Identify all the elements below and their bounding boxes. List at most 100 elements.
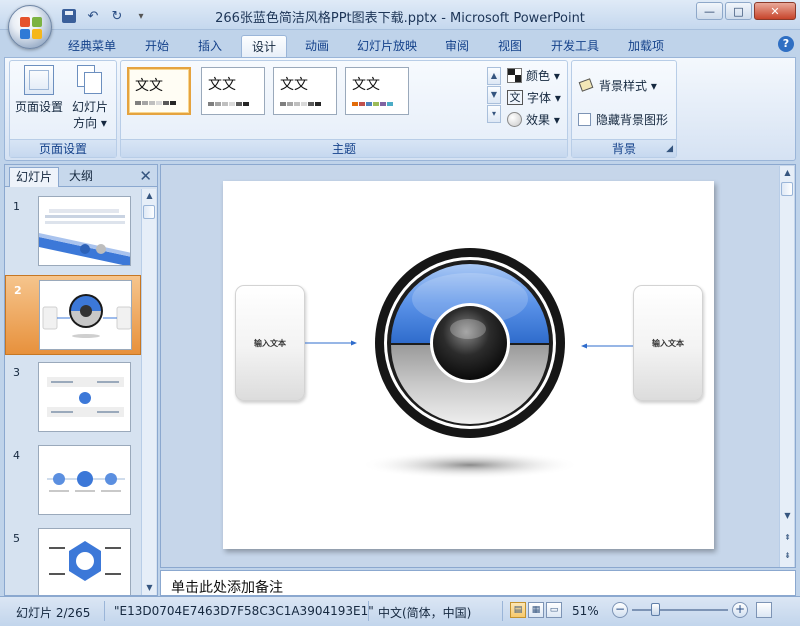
scroll-up-icon[interactable]: ▲	[142, 189, 157, 203]
slide-canvas[interactable]: 输入文本 输入文本	[223, 181, 714, 549]
gallery-down-arrow-icon[interactable]: ▼	[487, 86, 501, 104]
tab-insert[interactable]: 插入	[188, 35, 232, 58]
slide-thumbnail[interactable]: 1	[5, 192, 141, 272]
slide-thumbnail[interactable]: 5	[5, 524, 141, 595]
zoom-slider-thumb[interactable]	[651, 603, 660, 616]
status-bar: 幻灯片 2/265 "E13D0704E7463D7F58C3C1A390419…	[0, 596, 800, 626]
slide-thumbnail-selected[interactable]: 2	[5, 275, 141, 355]
tab-animations[interactable]: 动画	[295, 35, 339, 58]
background-styles-label: 背景样式 ▾	[599, 78, 657, 93]
next-slide-icon[interactable]: ⇟	[780, 549, 795, 563]
slide-thumbnail-image	[38, 528, 131, 595]
tab-developer[interactable]: 开发工具	[541, 35, 609, 58]
tab-classic-menu[interactable]: 经典菜单	[58, 35, 126, 58]
scroll-down-icon[interactable]: ▼	[142, 581, 157, 595]
gauge-shadow	[360, 451, 580, 479]
ribbon: 页面设置 幻灯片 方向 ▾ 页面设置 文文 文文 文文 文文 ▲ ▼ ▾ 颜色 …	[4, 57, 796, 161]
theme-effects-label: 效果 ▾	[526, 112, 560, 127]
page-setup-group: 页面设置 幻灯片 方向 ▾ 页面设置	[9, 60, 117, 158]
gallery-scroll: ▲ ▼ ▾	[487, 67, 501, 125]
normal-view-icon[interactable]: ▤	[510, 602, 526, 618]
ribbon-tabs: 经典菜单 开始 插入 设计 动画 幻灯片放映 审阅 视图 开发工具 加载项	[0, 30, 800, 58]
theme-effects-button[interactable]: 效果 ▾	[507, 109, 560, 129]
help-icon[interactable]: ?	[778, 36, 794, 52]
tab-view[interactable]: 视图	[488, 35, 532, 58]
theme-name: "E13D0704E7463D7F58C3C1A3904193E1"	[114, 604, 374, 618]
tab-review[interactable]: 审阅	[435, 35, 479, 58]
background-group-label: 背景	[572, 139, 676, 157]
slide-number: 5	[13, 532, 20, 545]
theme-swatch	[352, 102, 393, 106]
slide-thumbnail-image	[38, 445, 131, 515]
editor-scrollbar[interactable]: ▲ ▼ ⇞ ⇟	[779, 166, 794, 567]
zoom-slider[interactable]	[632, 609, 728, 611]
notes-pane[interactable]: 单击此处添加备注	[160, 570, 796, 596]
slide-orientation-button[interactable]: 幻灯片 方向 ▾	[68, 65, 112, 131]
panel-scrollbar[interactable]: ▲ ▼	[141, 189, 156, 595]
slide-diagram	[305, 248, 633, 479]
title-bar: ↶ ↻ ▾ 266张蓝色简洁风格PPt图表下载.pptx - Microsoft…	[0, 0, 800, 30]
scroll-down-icon[interactable]: ▼	[780, 509, 795, 523]
slide-thumbnail[interactable]: 3	[5, 358, 141, 438]
theme-item[interactable]: 文文	[273, 67, 337, 115]
scroll-thumb[interactable]	[781, 182, 793, 196]
themes-group: 文文 文文 文文 文文 ▲ ▼ ▾ 颜色 ▾ 文 字体 ▾ 效果 ▾ 主题	[120, 60, 568, 158]
page-setup-button[interactable]: 页面设置	[14, 65, 64, 115]
slide-orientation-icon	[77, 65, 103, 95]
theme-colors-button[interactable]: 颜色 ▾	[507, 65, 560, 85]
background-group: 背景样式 ▾ 隐藏背景图形 背景 ◢	[571, 60, 677, 158]
tab-design[interactable]: 设计	[241, 35, 288, 58]
theme-gallery: 文文 文文 文文 文文	[125, 65, 489, 121]
theme-fonts-button[interactable]: 文 字体 ▾	[507, 87, 561, 107]
previous-slide-icon[interactable]: ⇞	[780, 531, 795, 545]
slide-sorter-view-icon[interactable]: ▦	[528, 602, 544, 618]
tab-slideshow[interactable]: 幻灯片放映	[347, 35, 427, 58]
zoom-level[interactable]: 51%	[572, 604, 599, 618]
slide-number: 3	[13, 366, 20, 379]
maximize-button[interactable]: □	[725, 2, 752, 20]
page-setup-group-label: 页面设置	[10, 139, 116, 157]
window-title: 266张蓝色简洁风格PPt图表下载.pptx - Microsoft Power…	[215, 11, 585, 26]
zoom-in-button[interactable]: +	[732, 602, 748, 618]
language-indicator[interactable]: 中文(简体，中国)	[378, 604, 471, 621]
page-setup-label: 页面设置	[14, 100, 63, 114]
slide-orientation-label: 幻灯片	[71, 100, 108, 114]
hide-background-checkbox[interactable]	[578, 112, 591, 126]
effects-icon	[507, 111, 522, 127]
scroll-up-icon[interactable]: ▲	[780, 166, 795, 180]
fonts-icon: 文	[507, 89, 523, 105]
slide-number: 1	[13, 200, 20, 213]
tab-addins[interactable]: 加载项	[618, 35, 674, 58]
slide-thumbnail[interactable]: 4	[5, 441, 141, 521]
gallery-up-arrow-icon[interactable]: ▲	[487, 67, 501, 85]
slideshow-view-icon[interactable]: ▭	[546, 602, 562, 618]
dialog-launcher-icon[interactable]: ◢	[666, 144, 673, 154]
background-styles-icon	[578, 78, 594, 93]
slide-number: 4	[13, 449, 20, 462]
gauge-hub	[433, 306, 507, 380]
panel-close-icon[interactable]: ✕	[139, 167, 152, 185]
tab-home[interactable]: 开始	[135, 35, 179, 58]
slide-thumbnail-image	[38, 196, 131, 266]
colors-icon	[507, 67, 522, 83]
scroll-thumb[interactable]	[143, 205, 155, 219]
theme-colors-label: 颜色 ▾	[526, 68, 560, 83]
minimize-button[interactable]: —	[696, 2, 723, 20]
tab-slides[interactable]: 幻灯片	[9, 167, 60, 187]
theme-swatch	[280, 102, 321, 106]
gallery-more-icon[interactable]: ▾	[487, 105, 501, 123]
theme-swatch	[208, 102, 249, 106]
close-button[interactable]: ✕	[754, 2, 796, 20]
office-button[interactable]	[8, 5, 52, 49]
tab-outline[interactable]: 大纲	[63, 167, 99, 187]
theme-item[interactable]: 文文	[345, 67, 409, 115]
panel-tabs: 幻灯片 大纲 ✕	[5, 165, 157, 187]
zoom-out-button[interactable]: −	[612, 602, 628, 618]
background-styles-button[interactable]: 背景样式 ▾	[578, 75, 657, 95]
slide-thumbnail-image	[38, 362, 131, 432]
slide-orientation-label-2: 方向 ▾	[73, 116, 107, 130]
theme-item[interactable]: 文文	[201, 67, 265, 115]
fit-to-window-icon[interactable]	[756, 602, 772, 618]
hide-background-graphics[interactable]: 隐藏背景图形	[578, 109, 668, 129]
theme-item[interactable]: 文文	[127, 67, 191, 115]
